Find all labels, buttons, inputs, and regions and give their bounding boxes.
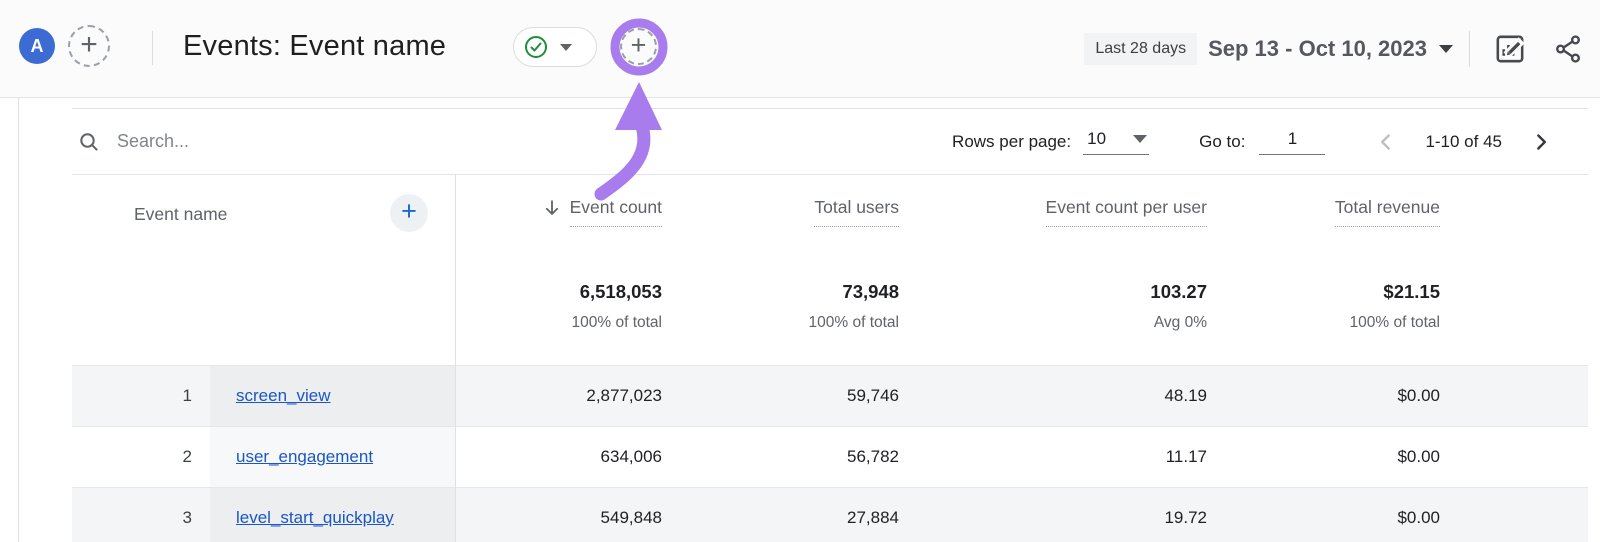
caret-down-icon <box>560 44 572 51</box>
add-comparison-button[interactable]: + <box>68 25 110 67</box>
share-icon <box>1552 33 1584 65</box>
events-table-card: Rows per page: 10 Go to: 1-10 of 45 <box>72 108 1588 542</box>
row-index: 1 <box>72 366 198 426</box>
report-status-dropdown[interactable] <box>513 27 597 67</box>
chart-edit-icon <box>1493 32 1527 66</box>
total-users-cell: 27,884 <box>599 488 899 542</box>
page-title: Events: Event name <box>183 30 446 63</box>
event-name-link[interactable]: user_engagement <box>236 447 373 467</box>
header-right-controls: Last 28 days Sep 13 - Oct 10, 2023 <box>1084 0 1600 98</box>
rows-per-page-select[interactable]: 10 <box>1083 129 1149 155</box>
date-range-label[interactable]: Sep 13 - Oct 10, 2023 <box>1208 36 1427 62</box>
ga4-events-report: A + Events: Event name + Last 28 days Se… <box>0 0 1600 542</box>
report-header: A + Events: Event name + Last 28 days Se… <box>0 0 1600 98</box>
share-report-button[interactable] <box>1550 31 1586 67</box>
customize-report-button[interactable] <box>1492 31 1528 67</box>
caret-down-icon <box>1133 135 1147 143</box>
rows-per-page-value: 10 <box>1087 129 1106 149</box>
row-index: 2 <box>72 427 198 487</box>
search-box[interactable] <box>72 130 415 154</box>
plus-icon: + <box>631 32 647 59</box>
totals-row: 6,518,053 100% of total 73,948 100% of t… <box>72 259 1588 365</box>
total-revenue: $21.15 100% of total <box>1140 281 1440 332</box>
goto-page-input[interactable] <box>1259 128 1325 155</box>
goto-label: Go to: <box>1199 132 1245 152</box>
column-header-total-users[interactable]: Total users <box>599 197 899 227</box>
add-metric-button[interactable]: + <box>620 28 657 65</box>
previous-page-button[interactable] <box>1373 129 1399 155</box>
total-users-cell: 56,782 <box>599 427 899 487</box>
pagination-controls: Rows per page: 10 Go to: 1-10 of 45 <box>952 109 1588 174</box>
event-name-link[interactable]: screen_view <box>236 386 331 406</box>
total-users-cell: 59,746 <box>599 366 899 426</box>
header-divider <box>1469 31 1470 67</box>
table-toolbar: Rows per page: 10 Go to: 1-10 of 45 <box>72 109 1588 175</box>
revenue-cell: $0.00 <box>1140 366 1440 426</box>
search-input[interactable] <box>115 130 415 153</box>
table-header-row: Event name + Event count Total users Eve… <box>72 175 1588 259</box>
chevron-right-icon <box>1528 129 1554 155</box>
revenue-cell: $0.00 <box>1140 427 1440 487</box>
table-row: 1 screen_view 2,877,023 59,746 48.19 $0.… <box>72 365 1588 426</box>
table-body: 1 screen_view 2,877,023 59,746 48.19 $0.… <box>72 365 1588 542</box>
revenue-cell: $0.00 <box>1140 488 1440 542</box>
plus-icon: + <box>80 30 98 60</box>
pagination-range-text: 1-10 of 45 <box>1425 132 1502 152</box>
column-header-total-revenue[interactable]: Total revenue <box>1140 197 1440 227</box>
column-divider <box>455 175 456 542</box>
table-row: 2 user_engagement 634,006 56,782 11.17 $… <box>72 426 1588 487</box>
check-circle-icon <box>523 34 549 60</box>
search-icon <box>77 130 101 154</box>
row-index: 3 <box>72 488 198 542</box>
content-edge-divider <box>18 98 19 542</box>
next-page-button[interactable] <box>1528 129 1554 155</box>
header-divider <box>152 31 153 65</box>
column-header-event-name[interactable]: Event name <box>134 204 227 225</box>
comparison-chip-a[interactable]: A <box>19 28 55 64</box>
sort-descending-icon <box>542 198 562 218</box>
table-row: 3 level_start_quickplay 549,848 27,884 1… <box>72 487 1588 542</box>
date-preset-badge: Last 28 days <box>1084 33 1197 65</box>
chevron-left-icon <box>1373 129 1399 155</box>
rows-per-page-label: Rows per page: <box>952 132 1071 152</box>
total-users: 73,948 100% of total <box>599 281 899 332</box>
caret-down-icon[interactable] <box>1439 45 1453 53</box>
